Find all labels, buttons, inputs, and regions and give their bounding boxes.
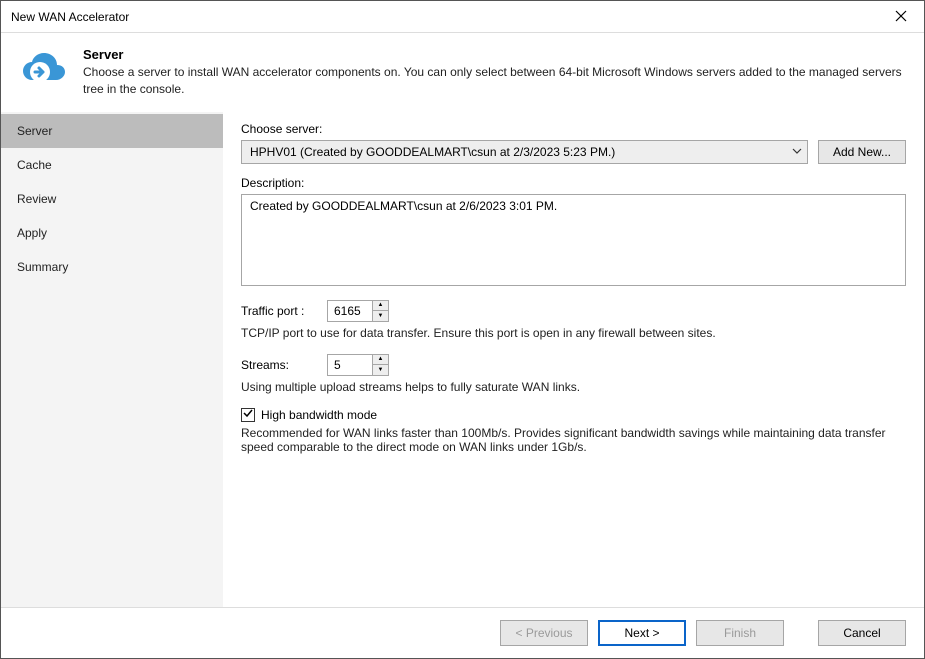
page-title: Server: [83, 47, 906, 62]
sidebar-item-server[interactable]: Server: [1, 114, 223, 148]
spinner-down-button[interactable]: ▼: [373, 311, 388, 321]
add-new-button[interactable]: Add New...: [818, 140, 906, 164]
sidebar-item-review[interactable]: Review: [1, 182, 223, 216]
wizard-steps-sidebar: Server Cache Review Apply Summary: [1, 112, 223, 607]
description-textarea[interactable]: Created by GOODDEALMART\csun at 2/6/2023…: [241, 194, 906, 286]
titlebar: New WAN Accelerator: [1, 1, 924, 33]
sidebar-item-label: Summary: [17, 260, 68, 274]
sidebar-item-label: Cache: [17, 158, 52, 172]
window-title: New WAN Accelerator: [11, 10, 129, 24]
button-label: Add New...: [833, 145, 891, 159]
traffic-port-label: Traffic port :: [241, 304, 321, 318]
button-label: Cancel: [843, 626, 880, 640]
high-bandwidth-hint: Recommended for WAN links faster than 10…: [241, 426, 906, 454]
triangle-down-icon: ▼: [378, 367, 384, 373]
streams-label: Streams:: [241, 358, 321, 372]
chevron-down-icon: [792, 146, 802, 157]
close-button[interactable]: [878, 2, 924, 32]
sidebar-item-label: Apply: [17, 226, 47, 240]
finish-button[interactable]: Finish: [696, 620, 784, 646]
sidebar-item-label: Server: [17, 124, 52, 138]
button-label: < Previous: [515, 626, 572, 640]
streams-input[interactable]: [328, 355, 372, 375]
spinner-up-button[interactable]: ▲: [373, 301, 388, 312]
triangle-down-icon: ▼: [378, 313, 384, 319]
cancel-button[interactable]: Cancel: [818, 620, 906, 646]
triangle-up-icon: ▲: [378, 356, 384, 362]
streams-hint: Using multiple upload streams helps to f…: [241, 380, 906, 394]
server-dropdown[interactable]: HPHV01 (Created by GOODDEALMART\csun at …: [241, 140, 808, 164]
check-icon: [243, 408, 253, 421]
button-label: Finish: [724, 626, 756, 640]
streams-spinner[interactable]: ▲ ▼: [327, 354, 389, 376]
wizard-content: Choose server: HPHV01 (Created by GOODDE…: [223, 112, 924, 607]
header-text: Server Choose a server to install WAN ac…: [83, 47, 906, 98]
high-bandwidth-label: High bandwidth mode: [261, 408, 377, 422]
sidebar-item-label: Review: [17, 192, 56, 206]
button-label: Next >: [624, 626, 659, 640]
server-dropdown-value: HPHV01 (Created by GOODDEALMART\csun at …: [250, 145, 615, 159]
wizard-header: Server Choose a server to install WAN ac…: [1, 33, 924, 112]
page-description: Choose a server to install WAN accelerat…: [83, 64, 906, 98]
high-bandwidth-checkbox[interactable]: [241, 408, 255, 422]
wizard-footer: < Previous Next > Finish Cancel: [1, 607, 924, 658]
sidebar-item-summary[interactable]: Summary: [1, 250, 223, 284]
traffic-port-hint: TCP/IP port to use for data transfer. En…: [241, 326, 906, 340]
close-icon: [895, 9, 907, 25]
spinner-down-button[interactable]: ▼: [373, 365, 388, 375]
sidebar-item-apply[interactable]: Apply: [1, 216, 223, 250]
description-label: Description:: [241, 176, 906, 190]
spinner-up-button[interactable]: ▲: [373, 355, 388, 366]
next-button[interactable]: Next >: [598, 620, 686, 646]
previous-button[interactable]: < Previous: [500, 620, 588, 646]
triangle-up-icon: ▲: [378, 302, 384, 308]
wizard-body: Server Cache Review Apply Summary Choose…: [1, 112, 924, 607]
choose-server-label: Choose server:: [241, 122, 906, 136]
traffic-port-spinner[interactable]: ▲ ▼: [327, 300, 389, 322]
sidebar-item-cache[interactable]: Cache: [1, 148, 223, 182]
cloud-arrow-icon: [19, 47, 69, 93]
traffic-port-input[interactable]: [328, 301, 372, 321]
